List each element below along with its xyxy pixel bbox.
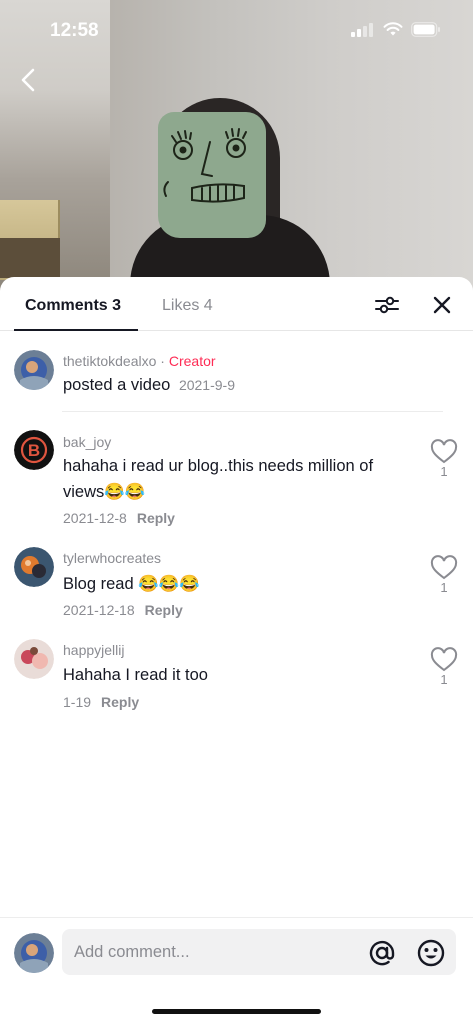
drawn-face-sticker (158, 112, 266, 238)
my-avatar[interactable] (14, 933, 54, 973)
avatar-image (14, 933, 54, 973)
comment-username[interactable]: tylerwhocreates (63, 550, 161, 566)
avatar-image: B (14, 430, 54, 470)
status-time: 12:58 (50, 20, 99, 41)
tab-comments[interactable]: Comments 3 (25, 297, 121, 315)
wifi-icon (383, 22, 403, 42)
comment-date: 2021-12-8 (63, 510, 127, 526)
creator-post-date: 2021-9-9 (178, 377, 235, 393)
mention-button[interactable] (368, 939, 396, 967)
comment-avatar[interactable] (14, 547, 54, 587)
like-button[interactable] (430, 647, 458, 673)
reply-button[interactable]: Reply (101, 694, 139, 710)
back-button[interactable] (14, 64, 44, 96)
like-count: 1 (440, 672, 448, 687)
heart-outline-icon (430, 647, 458, 672)
signal-icon (351, 22, 375, 42)
close-icon (433, 296, 451, 314)
reply-button[interactable]: Reply (145, 602, 183, 618)
creator-badge: Creator (168, 353, 216, 369)
sliders-icon (375, 296, 399, 314)
comment-username[interactable]: bak_joy (63, 434, 111, 450)
creator-post-text: posted a video 2021-9-9 (63, 376, 235, 394)
comment-input[interactable] (74, 929, 354, 975)
avatar-image (14, 350, 54, 390)
comment-meta: 2021-12-18 Reply (63, 602, 183, 618)
divider (62, 411, 443, 412)
at-icon (369, 940, 395, 966)
comment-input-box (62, 929, 456, 975)
comment-meta: 1-19 Reply (63, 694, 139, 710)
like-button[interactable] (430, 439, 458, 465)
creator-separator: · (160, 353, 165, 369)
avatar-image (14, 547, 54, 587)
comment-username[interactable]: happyjellij (63, 642, 124, 658)
comment-text: Blog read 😂😂😂 (63, 575, 200, 593)
heart-outline-icon (430, 439, 458, 464)
smiley-icon (417, 939, 445, 967)
home-indicator (152, 1009, 321, 1014)
comment-text: hahaha i read ur blog..this needs millio… (63, 457, 374, 501)
comment-text: Hahaha I read it too (63, 666, 208, 684)
comment-meta: 2021-12-8 Reply (63, 510, 175, 526)
creator-avatar[interactable] (14, 350, 54, 390)
active-tab-indicator (14, 329, 138, 331)
status-bar: 12:58 (0, 0, 473, 62)
emoji-button[interactable] (416, 938, 446, 968)
comment-date: 1-19 (63, 694, 92, 710)
comment-date: 2021-12-18 (63, 602, 135, 618)
like-button[interactable] (430, 555, 458, 581)
reply-button[interactable]: Reply (137, 510, 175, 526)
comment-avatar[interactable] (14, 639, 54, 679)
svg-text:B: B (28, 441, 40, 460)
chevron-left-icon (21, 68, 35, 92)
battery-icon (411, 22, 441, 42)
comment-avatar[interactable]: B (14, 430, 54, 470)
tab-bar: Comments 3 Likes 4 (0, 277, 473, 331)
like-count: 1 (440, 580, 448, 595)
heart-outline-icon (430, 555, 458, 580)
creator-username-line: thetiktokdealxo · Creator (63, 353, 216, 369)
tab-likes[interactable]: Likes 4 (162, 297, 213, 315)
comments-sheet: Comments 3 Likes 4 thetiktokdealxo · Cre… (0, 277, 473, 1024)
comment-input-bar (0, 917, 473, 1024)
creator-username[interactable]: thetiktokdealxo (63, 353, 156, 369)
like-count: 1 (440, 464, 448, 479)
filter-button[interactable] (374, 293, 400, 317)
avatar-image (14, 639, 54, 679)
close-button[interactable] (430, 293, 454, 317)
